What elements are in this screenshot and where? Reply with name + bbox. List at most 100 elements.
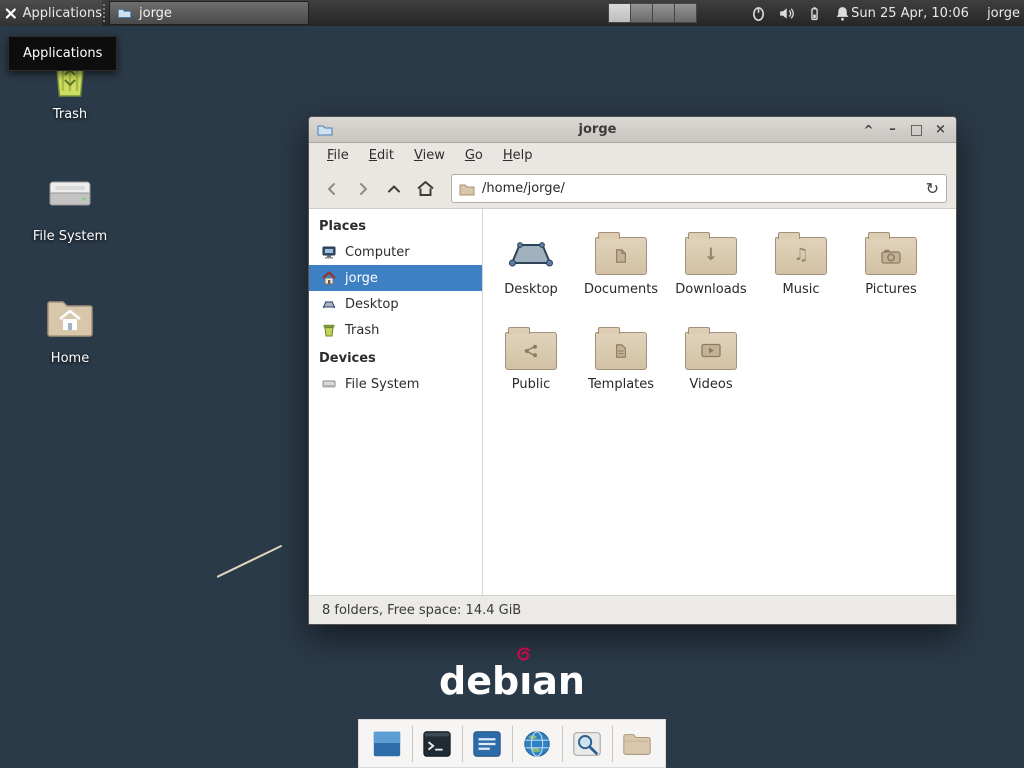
menu-go[interactable]: Go xyxy=(455,143,493,169)
xfce-logo-icon xyxy=(5,6,17,21)
debian-wordmark: debı an xyxy=(0,659,1024,703)
file-label: Videos xyxy=(689,377,732,392)
titlebar[interactable]: jorge ^ – □ × xyxy=(309,117,956,143)
maximize-button[interactable]: □ xyxy=(909,117,924,143)
file-item-documents[interactable]: Documents xyxy=(576,221,666,316)
file-item-downloads[interactable]: ↓ Downloads xyxy=(666,221,756,316)
file-label: Public xyxy=(512,377,550,392)
drive-icon xyxy=(321,376,337,392)
globe-icon xyxy=(521,728,553,760)
menu-view[interactable]: View xyxy=(404,143,455,169)
sidebar-item-label: Desktop xyxy=(345,297,399,312)
workspace-4[interactable] xyxy=(674,3,697,23)
panel-username[interactable]: jorge xyxy=(987,0,1020,26)
shade-button[interactable]: ^ xyxy=(861,117,876,143)
sidebar-item-computer[interactable]: Computer xyxy=(309,239,482,265)
debian-text-suffix: an xyxy=(532,659,585,703)
forward-chevron-icon xyxy=(355,181,371,197)
dock-separator xyxy=(412,726,413,762)
sidebar-item-label: File System xyxy=(345,377,419,392)
desktop-surface-icon xyxy=(505,227,557,277)
desktop-icon-filesystem[interactable]: File System xyxy=(24,166,116,244)
sidebar-item-desktop[interactable]: Desktop xyxy=(309,291,482,317)
file-manager-window: jorge ^ – □ × File Edit View Go Help xyxy=(308,116,957,625)
bottom-dock xyxy=(358,719,666,768)
list-window-icon xyxy=(471,728,503,760)
workspace-1[interactable] xyxy=(608,3,631,23)
dock-separator xyxy=(562,726,563,762)
workspace-2[interactable] xyxy=(630,3,653,23)
file-label: Documents xyxy=(584,282,658,297)
mouse-settings-icon[interactable] xyxy=(750,5,767,22)
debian-text-i: ı xyxy=(519,659,532,703)
dock-separator xyxy=(462,726,463,762)
window-folder-icon xyxy=(117,6,132,20)
volume-icon[interactable] xyxy=(778,5,795,22)
file-item-templates[interactable]: Templates xyxy=(576,316,666,411)
sidebar: Places Computer jorge xyxy=(309,209,483,595)
places-header: Places xyxy=(309,215,482,239)
dock-separator xyxy=(612,726,613,762)
debian-swirl-icon xyxy=(517,647,531,661)
desktop-icon-home[interactable]: Home xyxy=(24,288,116,366)
up-button[interactable] xyxy=(380,175,408,203)
sidebar-item-filesystem[interactable]: File System xyxy=(309,371,482,397)
file-label: Pictures xyxy=(865,282,916,297)
workspace-3[interactable] xyxy=(652,3,675,23)
up-chevron-icon xyxy=(386,181,402,197)
music-note-glyph: ♫ xyxy=(793,247,808,264)
taskbar-window-label: jorge xyxy=(139,6,172,21)
dock-launcher-filemanager[interactable] xyxy=(618,725,656,763)
public-folder-icon xyxy=(505,332,557,370)
trash-icon xyxy=(321,322,337,338)
file-item-public[interactable]: Public xyxy=(486,316,576,411)
download-arrow-glyph: ↓ xyxy=(704,247,718,264)
status-text: 8 folders, Free space: 14.4 GiB xyxy=(322,603,521,618)
window-content: Places Computer jorge xyxy=(309,209,956,595)
wallpaper-line xyxy=(217,545,283,578)
file-item-videos[interactable]: Videos xyxy=(666,316,756,411)
toolbar: /home/jorge/ ↻ xyxy=(309,169,956,209)
menu-file[interactable]: File xyxy=(317,143,359,169)
dock-launcher-appfinder[interactable] xyxy=(568,725,606,763)
dock-launcher-browser[interactable] xyxy=(518,725,556,763)
debian-text-prefix: deb xyxy=(439,659,519,703)
sidebar-item-jorge[interactable]: jorge xyxy=(309,265,482,291)
battery-icon[interactable] xyxy=(806,5,823,22)
location-bar[interactable]: /home/jorge/ ↻ xyxy=(451,174,947,203)
system-tray xyxy=(750,0,851,26)
home-folder-icon xyxy=(45,288,95,346)
location-path[interactable]: /home/jorge/ xyxy=(482,181,919,196)
notification-bell-icon[interactable] xyxy=(834,5,851,22)
file-item-desktop[interactable]: Desktop xyxy=(486,221,576,316)
sidebar-item-trash[interactable]: Trash xyxy=(309,317,482,343)
workspace-pager xyxy=(608,3,696,23)
dock-launcher-windows[interactable] xyxy=(368,725,406,763)
back-button[interactable] xyxy=(318,175,346,203)
documents-folder-icon xyxy=(595,237,647,275)
home-button[interactable] xyxy=(411,175,439,203)
menubar: File Edit View Go Help xyxy=(309,143,956,169)
dock-launcher-terminal[interactable] xyxy=(418,725,456,763)
music-folder-icon: ♫ xyxy=(775,237,827,275)
file-grid: Desktop Documents ↓ Downloads xyxy=(483,209,956,595)
minimize-button[interactable]: – xyxy=(885,117,900,143)
desktop-icon-label: File System xyxy=(33,229,107,244)
home-icon xyxy=(416,180,435,197)
dock-launcher-editor[interactable] xyxy=(468,725,506,763)
file-item-pictures[interactable]: Pictures xyxy=(846,221,936,316)
menu-help[interactable]: Help xyxy=(493,143,543,169)
applications-menu-button[interactable]: Applications xyxy=(0,0,102,26)
folder-icon xyxy=(621,728,653,760)
menu-edit[interactable]: Edit xyxy=(359,143,404,169)
terminal-icon xyxy=(421,728,453,760)
windows-icon xyxy=(371,728,403,760)
panel-clock[interactable]: Sun 25 Apr, 10:06 xyxy=(850,0,970,26)
templates-folder-icon xyxy=(595,332,647,370)
applications-menu-label: Applications xyxy=(23,6,102,21)
taskbar-window-button[interactable]: jorge xyxy=(109,1,309,25)
close-button[interactable]: × xyxy=(933,117,948,143)
forward-button[interactable] xyxy=(349,175,377,203)
file-item-music[interactable]: ♫ Music xyxy=(756,221,846,316)
reload-icon[interactable]: ↻ xyxy=(926,181,939,197)
